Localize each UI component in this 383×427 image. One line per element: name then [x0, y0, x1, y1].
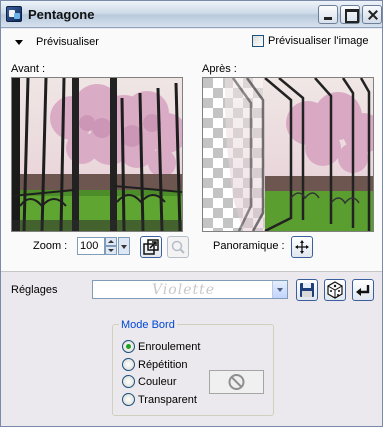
- section-divider: [1, 271, 382, 272]
- radio-wrap[interactable]: [122, 340, 135, 353]
- title-bar[interactable]: Pentagone: [1, 1, 382, 28]
- undo-arrow-icon: [356, 285, 370, 296]
- before-preview[interactable]: [11, 77, 183, 232]
- dice-icon: [327, 281, 343, 299]
- dialog-window: Pentagone Prévisualiser Prévisualiser l'…: [0, 0, 383, 427]
- close-icon[interactable]: [362, 5, 382, 24]
- radio-wrap-label[interactable]: Enroulement: [138, 341, 200, 353]
- fit-window-button[interactable]: [140, 236, 162, 258]
- minimize-icon[interactable]: [318, 5, 338, 24]
- preview-toggle-label[interactable]: Prévisualiser: [36, 36, 99, 48]
- after-label: Après :: [202, 63, 237, 75]
- window-title: Pentagone: [28, 7, 95, 22]
- radio-repeat-label[interactable]: Répétition: [138, 359, 188, 371]
- pan-label: Panoramique :: [213, 240, 285, 252]
- pentagon-effect-image: [203, 78, 373, 231]
- settings-combo[interactable]: Violette: [92, 280, 288, 299]
- zoom-down-icon[interactable]: [105, 246, 117, 255]
- settings-dropdown-icon[interactable]: [272, 281, 287, 298]
- save-settings-button[interactable]: [296, 279, 318, 301]
- move-cross-icon: [295, 240, 309, 254]
- zoom-label: Zoom :: [33, 240, 68, 252]
- maximize-icon[interactable]: [340, 5, 360, 24]
- fit-window-icon: [143, 239, 159, 255]
- settings-label: Réglages: [11, 284, 58, 296]
- zoom-input[interactable]: 100: [77, 237, 105, 255]
- gate-photo-image: [12, 78, 182, 231]
- collapse-caret-icon[interactable]: [15, 40, 23, 45]
- radio-transparent[interactable]: [122, 393, 135, 406]
- no-sign-icon: [228, 374, 245, 390]
- radio-repeat[interactable]: [122, 358, 135, 371]
- zoom-spinner[interactable]: [105, 237, 117, 255]
- edge-mode-legend: Mode Bord: [119, 319, 177, 331]
- settings-watermark: Violette: [151, 282, 216, 298]
- radio-color[interactable]: [122, 375, 135, 388]
- preview-image-label[interactable]: Prévisualiser l'image: [268, 35, 369, 47]
- before-label: Avant :: [11, 63, 46, 75]
- magnifier-icon: [171, 240, 185, 254]
- preview-image-checkbox[interactable]: [252, 35, 264, 47]
- radio-color-label[interactable]: Couleur: [138, 376, 177, 388]
- after-preview[interactable]: [202, 77, 374, 232]
- random-button[interactable]: [324, 279, 346, 301]
- radio-transparent-label[interactable]: Transparent: [138, 394, 197, 406]
- zoom-up-icon[interactable]: [105, 237, 117, 246]
- zoom-dropdown-icon[interactable]: [118, 237, 130, 255]
- actual-size-button[interactable]: [167, 236, 189, 258]
- floppy-disk-icon: [300, 283, 314, 297]
- color-swatch-button[interactable]: [209, 370, 264, 394]
- pan-button[interactable]: [291, 236, 313, 258]
- app-icon: [6, 6, 22, 22]
- reset-button[interactable]: [352, 279, 374, 301]
